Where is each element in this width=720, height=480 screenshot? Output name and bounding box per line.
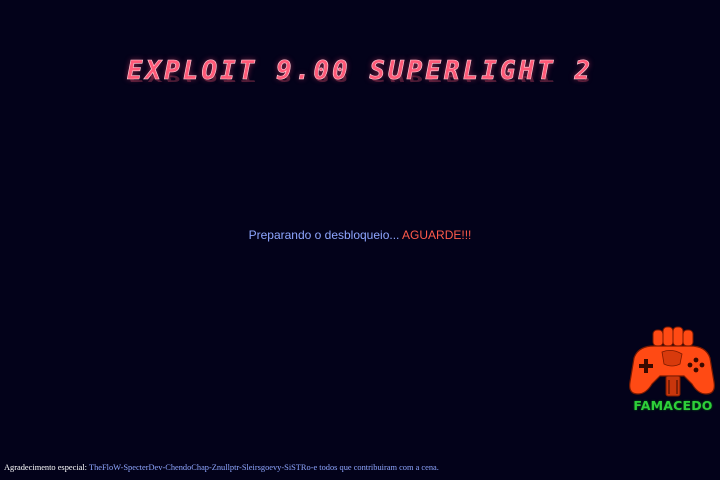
credits-label: Agradecimento especial: <box>4 463 88 472</box>
status-alert: AGUARDE!!! <box>402 228 472 242</box>
logo-text: FAMACEDO <box>633 398 713 413</box>
status-line: Preparando o desbloqueio... AGUARDE!!! <box>0 228 720 242</box>
title-container: EXPLOIT 9.00 SUPERLIGHT 2 EXPLOIT 9.00 S… <box>0 56 720 100</box>
exploit-page: { "header": { "title": "EXPLOIT 9.00 SUP… <box>0 0 720 480</box>
credits-footer: Agradecimento especial: TheFloW-SpecterD… <box>4 463 439 472</box>
page-title-reflection: EXPLOIT 9.00 SUPERLIGHT 2 <box>126 75 594 84</box>
credits-names: TheFloW-SpecterDev-ChendoChap-Znullptr-S… <box>87 463 439 472</box>
status-message: Preparando o desbloqueio... <box>248 228 403 242</box>
